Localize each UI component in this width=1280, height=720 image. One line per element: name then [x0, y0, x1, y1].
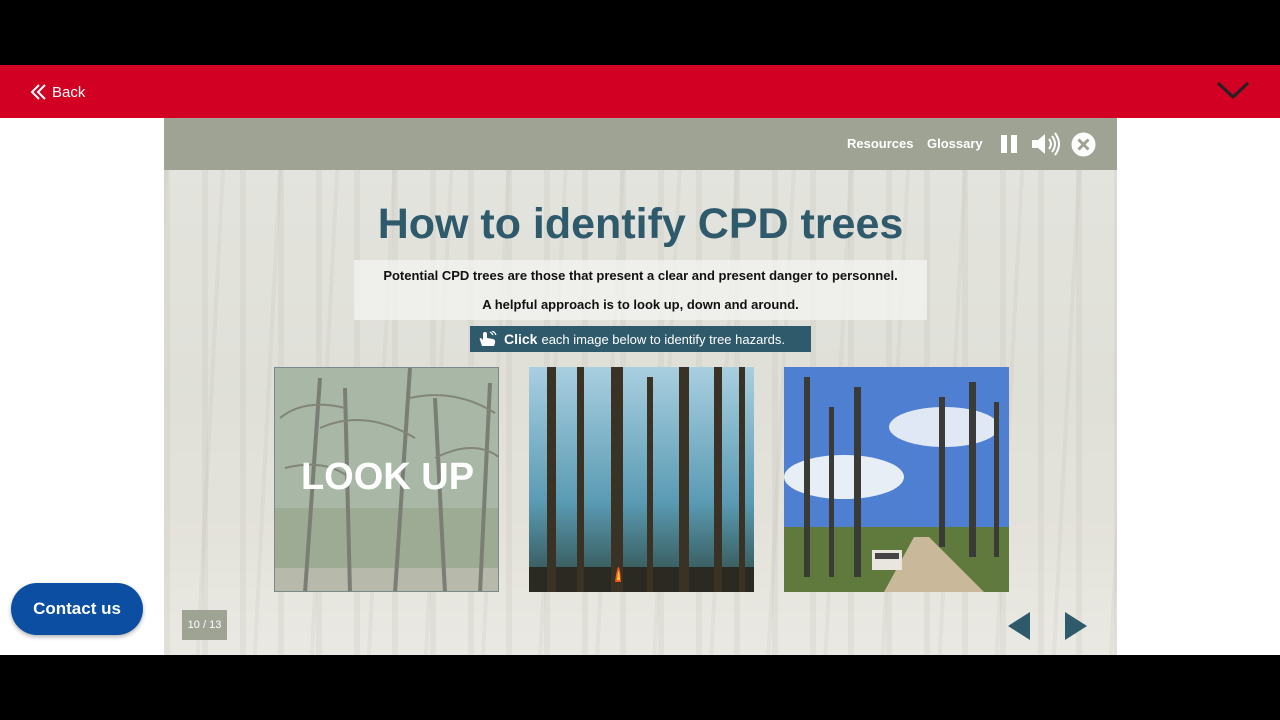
letterbox-top: [0, 0, 1280, 65]
intro-text-2: A helpful approach is to look up, down a…: [482, 297, 799, 312]
chevron-down-icon[interactable]: [1214, 77, 1252, 103]
page-counter: 10 / 13: [182, 610, 227, 640]
double-chevron-left-icon: [30, 84, 46, 100]
close-icon[interactable]: [1071, 132, 1096, 157]
back-button[interactable]: Back: [30, 79, 85, 105]
look-up-image-card[interactable]: LOOK UP: [274, 367, 499, 592]
resources-link[interactable]: Resources: [847, 136, 913, 151]
back-label: Back: [52, 83, 86, 101]
burnt-trees-road-image: [784, 367, 1009, 592]
player-toolbar: Resources Glossary: [164, 118, 1117, 170]
instruction-bold: Click: [504, 331, 538, 347]
letterbox-bottom: [0, 655, 1280, 720]
click-hand-icon: [479, 331, 497, 346]
burning-tree-image: [529, 367, 754, 592]
instruction-banner: Click each image below to identify tree …: [470, 326, 811, 352]
contact-us-button[interactable]: Contact us: [11, 583, 143, 635]
smoke-forest-image-card[interactable]: [529, 367, 754, 592]
pause-icon[interactable]: [1000, 134, 1020, 154]
slide-stage: How to identify CPD trees Potential CPD …: [164, 170, 1117, 655]
next-slide-icon[interactable]: [1063, 610, 1089, 642]
burnt-road-image-card[interactable]: [784, 367, 1009, 592]
instruction-text: each image below to identify tree hazard…: [541, 331, 785, 347]
course-player: Resources Glossary How to identify CPD t…: [164, 118, 1117, 655]
look-up-label: LOOK UP: [300, 456, 475, 498]
intro-text-1: Potential CPD trees are those that prese…: [383, 268, 898, 283]
volume-icon[interactable]: [1030, 131, 1062, 157]
header-bar: Back: [0, 65, 1280, 118]
glossary-link[interactable]: Glossary: [927, 136, 983, 151]
page: Back Resources Glossary How to identify …: [0, 65, 1280, 655]
slide-title: How to identify CPD trees: [377, 200, 904, 248]
previous-slide-icon[interactable]: [1006, 610, 1032, 642]
